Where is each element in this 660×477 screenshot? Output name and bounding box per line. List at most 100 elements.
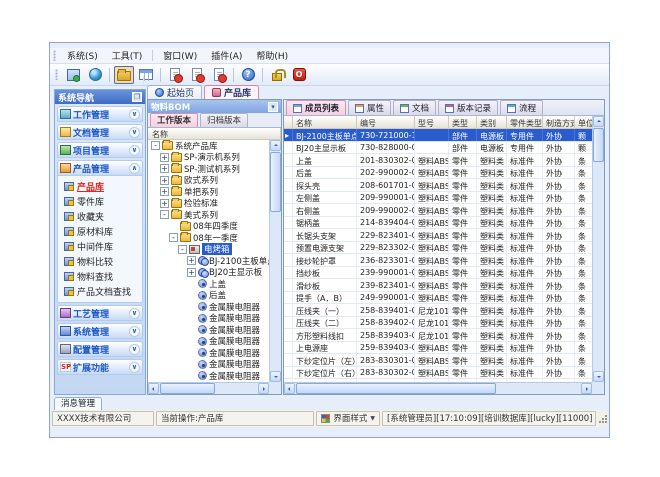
sidebar-group-header[interactable]: 工艺管理∨ <box>57 305 143 321</box>
column-header[interactable]: 名称 <box>293 116 357 128</box>
expand-toggle[interactable]: + <box>160 187 169 196</box>
expand-toggle[interactable]: + <box>187 268 196 277</box>
tree-horizontal-scrollbar[interactable] <box>148 382 269 394</box>
tree-node[interactable]: +单把系列 <box>148 186 269 198</box>
tree-node[interactable]: 上盖 <box>148 278 269 290</box>
tree-node[interactable]: -08年一季度 <box>148 232 269 244</box>
sidebar-item-product-library[interactable]: 产品库 <box>64 179 142 194</box>
table-row[interactable]: 长锯头支架229-823401-00X塑料ABS零件塑料类标准件外协条 <box>284 229 592 242</box>
lock-icon-button[interactable] <box>267 66 287 84</box>
exit-icon-button[interactable]: O <box>289 66 309 84</box>
column-header[interactable]: 编号 <box>357 116 415 128</box>
column-header[interactable]: 零件类型 <box>507 116 543 128</box>
scroll-thumb[interactable] <box>296 383 496 394</box>
sidebar-group-header[interactable]: 文档管理∨ <box>57 124 143 140</box>
tree-node[interactable]: -美式系列 <box>148 209 269 221</box>
scroll-right-button[interactable] <box>258 383 269 394</box>
tree-node[interactable]: +SP-测试机系列 <box>148 163 269 175</box>
open-library-icon-button[interactable] <box>114 66 134 84</box>
tree-node[interactable]: 金属膜电阻器 <box>148 370 269 382</box>
document-edit-icon-button[interactable] <box>209 66 229 84</box>
menu-item[interactable]: 帮助(H) <box>249 48 295 63</box>
chevron-down-icon[interactable]: ∨ <box>129 308 140 319</box>
version-tab[interactable]: 归档版本 <box>200 113 248 127</box>
sidebar-collapse-button[interactable]: ❐ <box>132 92 142 102</box>
scroll-down-button[interactable] <box>270 371 281 382</box>
table-row[interactable]: 提手（A．B）249-990001-01X塑料ABS零件塑料类标准件外协条 <box>284 292 592 305</box>
expand-toggle[interactable]: + <box>160 153 169 162</box>
report-grid-icon-button[interactable] <box>136 66 156 84</box>
expand-toggle[interactable]: + <box>187 256 196 265</box>
toolbar-grip[interactable] <box>55 69 58 80</box>
expand-toggle[interactable]: + <box>160 164 169 173</box>
message-management-tab[interactable]: 消息管理 <box>54 397 102 410</box>
column-header[interactable]: 类别 <box>477 116 507 128</box>
scroll-up-button[interactable] <box>593 116 604 127</box>
detail-tab-member-list[interactable]: 成员列表 <box>286 100 346 115</box>
sidebar-group-header[interactable]: 工作管理∨ <box>57 106 143 122</box>
column-header[interactable]: 类型 <box>449 116 477 128</box>
chevron-up-icon[interactable]: ∧ <box>129 163 140 174</box>
table-row[interactable]: 下纱定位片（右）283-830302-00X塑料ABS零件塑料类标准件外协条 <box>284 367 592 380</box>
scroll-thumb[interactable] <box>593 128 604 162</box>
table-row[interactable]: ▸BJ-2100主板单点730-721000-12X部件电源板专用件外协颗 <box>284 129 592 142</box>
collapse-toggle[interactable]: - <box>169 233 178 242</box>
collapse-toggle[interactable]: - <box>151 141 160 150</box>
sidebar-item-favorites[interactable]: 收藏夹 <box>64 209 142 224</box>
ui-style-button[interactable]: 界面样式 ▼ <box>316 411 380 426</box>
sidebar-item-material-compare[interactable]: 物料比较 <box>64 254 142 269</box>
table-row[interactable]: 锯柄盖214-839404-01X塑料ABS零件塑料类标准件外协条 <box>284 217 592 230</box>
menu-item[interactable]: 工具(T) <box>105 48 150 63</box>
chevron-down-icon[interactable]: ∨ <box>129 326 140 337</box>
tree-node[interactable]: 金属膜电阻器 <box>148 359 269 371</box>
menubar-grip[interactable] <box>53 50 56 61</box>
sidebar-group-header[interactable]: 系统管理∨ <box>57 323 143 339</box>
document-tab-start-page[interactable]: 起始页 <box>147 85 202 99</box>
chevron-down-icon[interactable]: ∨ <box>129 145 140 156</box>
tree-node[interactable]: +欧式系列 <box>148 175 269 187</box>
table-row[interactable]: 右侧盖209-990002-01X塑料ABS零件塑料类标准件外协条 <box>284 204 592 217</box>
table-row[interactable]: BJ20主显示板730-828000-04X部件电源板专用件外协颗 <box>284 142 592 155</box>
tree-node[interactable]: +BJ20主显示板 <box>148 267 269 279</box>
tree-name-column-header[interactable]: 名称 <box>148 128 281 139</box>
version-tab[interactable]: 工作版本 <box>150 113 198 127</box>
tree-node[interactable]: -系统产品库 <box>148 140 269 152</box>
detail-tab-documents[interactable]: 文档 <box>393 100 436 115</box>
table-row[interactable]: 下纱定位片（左）283-830301-00X塑料ABS零件塑料类标准件外协条 <box>284 354 592 367</box>
browser-icon-button[interactable] <box>85 66 105 84</box>
table-row[interactable]: 接纱轮护罩236-823301-00X塑料ABS零件塑料类标准件外协条 <box>284 254 592 267</box>
sidebar-item-intermediate-parts-library[interactable]: 中间件库 <box>64 239 142 254</box>
menu-item[interactable]: 系统(S) <box>60 48 105 63</box>
tree-node[interactable]: -电烤箱 <box>148 244 269 256</box>
column-header[interactable]: 制造方式 <box>543 116 575 128</box>
table-row[interactable]: 压线夹（二）258-839402-00X尼龙1010零件塑料类标准件外协条 <box>284 317 592 330</box>
detail-tab-workflow[interactable]: 流程 <box>500 100 543 115</box>
table-vertical-scrollbar[interactable] <box>592 116 604 382</box>
table-row[interactable]: 方形塑料线扣258-839403-00X尼龙1010零件塑料类标准件外协条 <box>284 329 592 342</box>
scroll-left-button[interactable] <box>284 383 295 394</box>
table-row[interactable]: 预置电源支架229-823302-00X塑料ABS零件塑料类标准件外协条 <box>284 242 592 255</box>
scroll-down-button[interactable] <box>593 371 604 382</box>
detail-tab-properties[interactable]: 属性 <box>348 100 391 115</box>
tree-vertical-scrollbar[interactable] <box>269 140 281 382</box>
tree-node[interactable]: +SP-演示机系列 <box>148 152 269 164</box>
menu-item[interactable]: 插件(A) <box>204 48 249 63</box>
chevron-down-icon[interactable]: ∨ <box>129 344 140 355</box>
chevron-down-icon[interactable]: ∨ <box>129 109 140 120</box>
tree-node[interactable]: 后盖 <box>148 290 269 302</box>
detail-tab-version-history[interactable]: 版本记录 <box>438 100 498 115</box>
table-row[interactable]: 后盖202-990002-01X塑料ABS零件塑料类标准件外协条 <box>284 167 592 180</box>
scroll-left-button[interactable] <box>148 383 159 394</box>
tree-node[interactable]: +检验标准 <box>148 198 269 210</box>
table-row[interactable]: 探头壳208-601701-01X塑料ABS零件塑料类标准件外协条 <box>284 179 592 192</box>
expand-toggle[interactable]: + <box>160 176 169 185</box>
sidebar-item-product-document-search[interactable]: 产品文档查找 <box>64 284 142 299</box>
chevron-down-icon[interactable]: ∨ <box>129 362 140 373</box>
chevron-down-icon[interactable]: ∨ <box>129 127 140 138</box>
tree-node[interactable]: 金属膜电阻器 <box>148 336 269 348</box>
scroll-right-button[interactable] <box>581 383 592 394</box>
document-add-icon-button[interactable] <box>187 66 207 84</box>
scroll-thumb[interactable] <box>160 383 215 394</box>
table-row[interactable]: 挡纱板239-990001-01X塑料ABS零件塑料类标准件外协条 <box>284 267 592 280</box>
column-header[interactable]: 型号 <box>415 116 449 128</box>
